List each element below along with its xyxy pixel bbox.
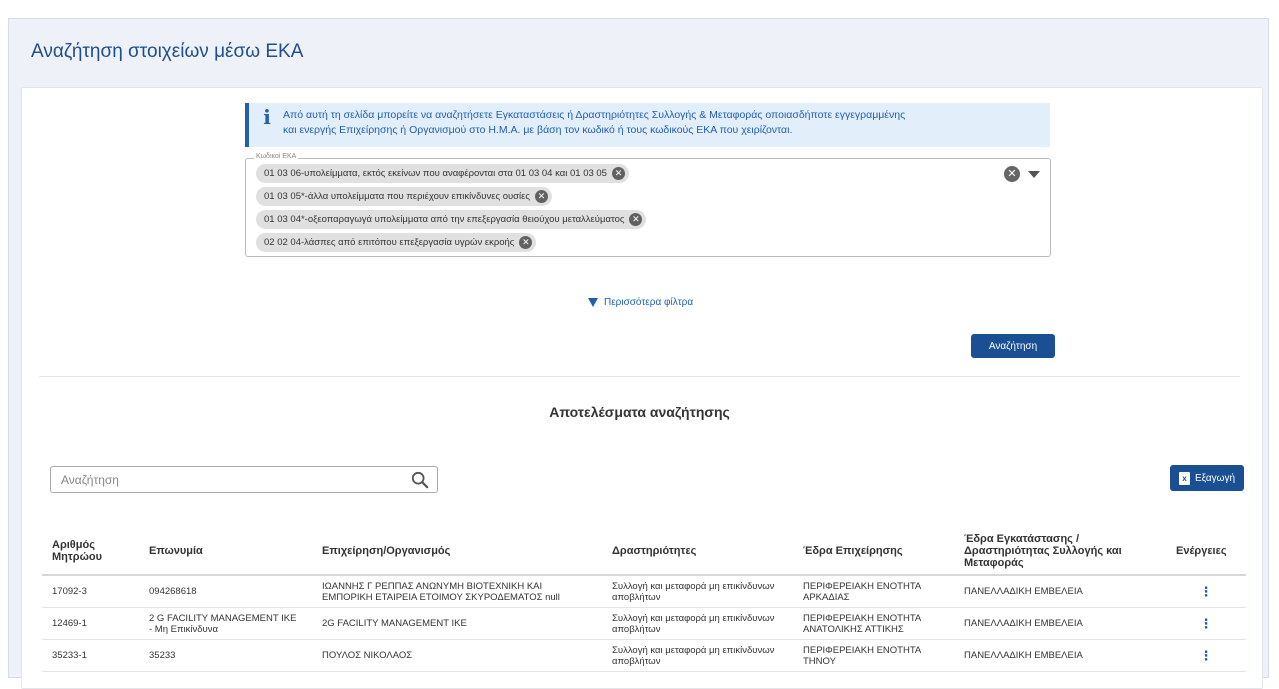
cell-activities: Συλλογή και μεταφορά μη επικίνδυνων αποβ…: [602, 639, 793, 672]
remove-chip-icon[interactable]: ✕: [611, 167, 625, 180]
export-button[interactable]: x Εξαγωγή: [1170, 465, 1244, 491]
cell-registry: 35233-1: [42, 639, 139, 672]
info-icon: i: [263, 105, 271, 129]
info-line-1: Από αυτή τη σελίδα μπορείτε να αναζητήσε…: [283, 109, 906, 121]
remove-chip-icon[interactable]: ✕: [534, 190, 548, 203]
cell-actions: ⋮: [1166, 607, 1246, 640]
cell-facility: ΠΑΝΕΛΛΑΔΙΚΗ ΕΜΒΕΛΕΙΑ: [954, 607, 1166, 640]
results-title: Αποτελέσματα αναζήτησης: [549, 404, 730, 420]
column-header-organization[interactable]: Επιχείρηση/Οργανισμός: [312, 528, 602, 576]
column-header-registry[interactable]: Αριθμός Μητρώου: [42, 528, 139, 576]
cell-registry: 12469-1: [42, 607, 139, 640]
more-filters-label: Περισσότερα φίλτρα: [604, 297, 694, 308]
eka-chip-label: 01 03 05*-άλλα υπολείμματα που περιέχουν…: [264, 191, 530, 202]
cell-name: 094268618: [139, 575, 312, 608]
cell-facility: ΠΑΝΕΛΛΑΔΙΚΗ ΕΜΒΕΛΕΙΑ: [954, 639, 1166, 672]
cell-activities: Συλλογή και μεταφορά μη επικίνδυνων αποβ…: [602, 607, 793, 640]
export-label: Εξαγωγή: [1194, 472, 1236, 484]
eka-chip: 01 03 05*-άλλα υπολείμματα που περιέχουν…: [256, 187, 552, 206]
more-vertical-icon[interactable]: ⋮: [1176, 585, 1236, 598]
eka-chip-label: 01 03 04*-οξεοπαραγωγά υπολείμματα από τ…: [264, 214, 625, 225]
page-title: Αναζήτηση στοιχείων μέσω ΕΚΑ: [31, 41, 304, 62]
table-row: 17092-3 094268618 ΙΩΑΝΝΗΣ Γ ΡΕΠΠΑΣ ΑΝΩΝΥ…: [42, 575, 1246, 608]
table-search-input[interactable]: [59, 467, 403, 493]
search-icon[interactable]: [411, 471, 429, 489]
column-header-actions: Ενέργειες: [1166, 528, 1246, 576]
table-header-row: Αριθμός Μητρώου Επωνυμία Επιχείρηση/Οργα…: [42, 528, 1246, 576]
excel-icon: x: [1178, 471, 1190, 485]
cell-registry: 17092-3: [42, 575, 139, 608]
cell-organization: ΠΟΥΛΟΣ ΝΙΚΟΛΑΟΣ: [312, 639, 602, 672]
cell-actions: ⋮: [1166, 575, 1246, 608]
table-row: 35233-1 35233 ΠΟΥΛΟΣ ΝΙΚΟΛΑΟΣ Συλλογή κα…: [42, 639, 1246, 672]
remove-chip-icon[interactable]: ✕: [629, 213, 643, 226]
table-search: [50, 466, 438, 493]
cell-organization: 2G FACILITY MANAGEMENT IKE: [312, 607, 602, 640]
cell-hq: ΠΕΡΙΦΕΡΕΙΑΚΗ ΕΝΟΤΗΤΑ ΑΡΚΑΔΙΑΣ: [793, 575, 954, 608]
column-header-name[interactable]: Επωνυμία: [139, 528, 312, 576]
cell-facility: ΠΑΝΕΛΛΑΔΙΚΗ ΕΜΒΕΛΕΙΑ: [954, 575, 1166, 608]
column-header-activities[interactable]: Δραστηριότητες: [602, 528, 793, 576]
eka-codes-select[interactable]: Κωδικοί ΕΚΑ 01 03 06-υπολείμματα, εκτός …: [245, 153, 1051, 257]
eka-codes-label: Κωδικοί ΕΚΑ: [254, 153, 299, 160]
info-line-2: και ενεργής Επιχείρησης ή Οργανισμού στο…: [283, 124, 793, 136]
more-filters-link[interactable]: Περισσότερα φίλτρα: [588, 297, 693, 308]
column-header-hq[interactable]: Έδρα Επιχείρησης: [793, 528, 954, 576]
eka-chip-label: 02 02 04-λάσπες από επιτόπου επεξεργασία…: [264, 237, 515, 248]
eka-chip: 02 02 04-λάσπες από επιτόπου επεξεργασία…: [256, 233, 537, 252]
results-table: Αριθμός Μητρώου Επωνυμία Επιχείρηση/Οργα…: [42, 528, 1246, 672]
more-vertical-icon[interactable]: ⋮: [1176, 649, 1236, 662]
eka-chip-label: 01 03 06-υπολείμματα, εκτός εκείνων που …: [264, 168, 607, 179]
eka-chip: 01 03 04*-οξεοπαραγωγά υπολείμματα από τ…: [256, 210, 647, 229]
cell-activities: Συλλογή και μεταφορά μη επικίνδυνων αποβ…: [602, 575, 793, 608]
eka-chip: 01 03 06-υπολείμματα, εκτός εκείνων που …: [256, 164, 629, 183]
column-header-facility[interactable]: Έδρα Εγκατάστασης / Δραστηριότητας Συλλο…: [954, 528, 1166, 576]
cell-organization: ΙΩΑΝΝΗΣ Γ ΡΕΠΠΑΣ ΑΝΩΝΥΜΗ ΒΙΟΤΕΧΝΙΚΗ ΚΑΙ …: [312, 575, 602, 608]
info-text: Από αυτή τη σελίδα μπορείτε να αναζητήσε…: [283, 108, 905, 138]
remove-chip-icon[interactable]: ✕: [519, 236, 533, 249]
filter-icon: [588, 298, 598, 307]
divider: [39, 376, 1240, 377]
clear-all-icon[interactable]: ✕: [1004, 166, 1020, 182]
info-banner: i Από αυτή τη σελίδα μπορείτε να αναζητή…: [245, 103, 1050, 147]
search-button[interactable]: Αναζήτηση: [971, 334, 1055, 358]
cell-actions: ⋮: [1166, 639, 1246, 672]
chevron-down-icon[interactable]: [1028, 171, 1040, 178]
table-row: 12469-1 2 G FACILITY MANAGEMENT IKE - Μη…: [42, 607, 1246, 640]
more-vertical-icon[interactable]: ⋮: [1176, 617, 1236, 630]
cell-hq: ΠΕΡΙΦΕΡΕΙΑΚΗ ΕΝΟΤΗΤΑ ΤΗΝΟΥ: [793, 639, 954, 672]
cell-name: 35233: [139, 639, 312, 672]
cell-hq: ΠΕΡΙΦΕΡΕΙΑΚΗ ΕΝΟΤΗΤΑ ΑΝΑΤΟΛΙΚΗΣ ΑΤΤΙΚΗΣ: [793, 607, 954, 640]
cell-name: 2 G FACILITY MANAGEMENT IKE - Μη Επικίνδ…: [139, 607, 312, 640]
